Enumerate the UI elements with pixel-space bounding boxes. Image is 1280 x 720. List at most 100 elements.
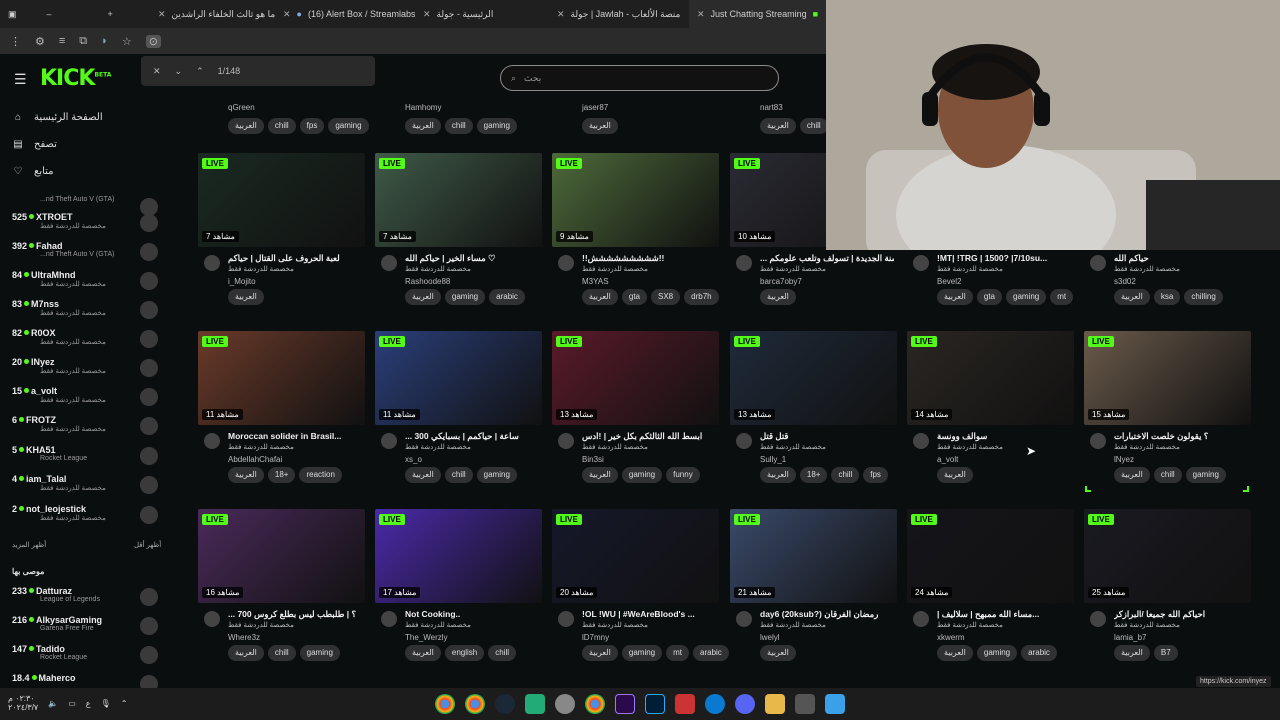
- lang-indicator[interactable]: ع: [86, 699, 91, 708]
- stream-category[interactable]: مخصصة للدردشة فقط: [1114, 443, 1180, 451]
- stream-card[interactable]: LIVE 16 مشاهد ... 700 ؟ | طلبطب ليس بطلع ك…: [198, 509, 365, 661]
- stream-category[interactable]: مخصصة للدردشة فقط: [937, 621, 1003, 629]
- stream-title[interactable]: Not Cooking..: [405, 609, 539, 619]
- tag[interactable]: english: [444, 645, 485, 661]
- tab-2[interactable]: ✕ الرئيسية - جولة: [415, 0, 549, 28]
- windows-icon[interactable]: [825, 694, 845, 714]
- tag[interactable]: العربية: [582, 467, 618, 483]
- mic-icon[interactable]: 🎙: [101, 699, 111, 708]
- app-red-icon[interactable]: [675, 694, 695, 714]
- avatar[interactable]: [381, 611, 397, 627]
- stream-username[interactable]: The_Werzly: [405, 633, 448, 642]
- chrome-icon-2[interactable]: [585, 694, 605, 714]
- stream-username[interactable]: lD7mny: [582, 633, 609, 642]
- sidebar-channel[interactable]: 84 UltraMhnd مخصصة للدردشة فقط: [12, 270, 162, 298]
- volume-icon[interactable]: 🔈: [48, 699, 58, 708]
- search-input[interactable]: ⌕ بحث: [500, 65, 779, 91]
- sidebar-channel[interactable]: 5 KHA51 Rocket League: [12, 445, 162, 473]
- tag[interactable]: gaming: [621, 467, 663, 483]
- tag[interactable]: العربية: [760, 118, 796, 134]
- stream-title[interactable]: !!ششششششششش!!: [582, 253, 716, 264]
- stream-category[interactable]: مخصصة للدردشة فقط: [937, 443, 1003, 451]
- stream-card[interactable]: LIVE 15 مشاهد ؟ يقولون خلصت الاختبارات مخصص…: [1084, 331, 1251, 483]
- stream-category[interactable]: مخصصة للدردشة فقط: [760, 621, 826, 629]
- tag[interactable]: gta: [976, 289, 1002, 305]
- sidebar-channel[interactable]: 4 iam_Talal مخصصة للدردشة فقط: [12, 474, 162, 502]
- tag[interactable]: العربية: [228, 289, 264, 305]
- stream-thumbnail[interactable]: LIVE 25 مشاهد: [1084, 509, 1251, 603]
- stream-category[interactable]: مخصصة للدردشة فقط: [405, 443, 471, 451]
- stream-username[interactable]: nart83: [760, 103, 783, 112]
- stream-title[interactable]: Moroccan solider in Brasil...: [228, 431, 362, 441]
- chrome-alt-icon[interactable]: [465, 694, 485, 714]
- tag[interactable]: gaming: [299, 645, 340, 661]
- avatar[interactable]: [204, 255, 220, 271]
- stream-title[interactable]: ؟ يقولون خلصت الاختبارات: [1114, 431, 1248, 442]
- stream-category[interactable]: مخصصة للدردشة فقط: [228, 443, 294, 451]
- tag[interactable]: ksa: [1153, 289, 1181, 305]
- stream-username[interactable]: lNyez: [1114, 455, 1134, 464]
- stream-username[interactable]: Bin3si: [582, 455, 604, 464]
- stream-thumbnail[interactable]: LIVE 20 مشاهد: [552, 509, 719, 603]
- stream-username[interactable]: jaser87: [582, 103, 608, 112]
- settings-icon[interactable]: [555, 694, 575, 714]
- chrome-icon[interactable]: [435, 694, 455, 714]
- tag[interactable]: gta: [621, 289, 647, 305]
- tag[interactable]: chill: [488, 645, 517, 661]
- tag[interactable]: chill: [267, 118, 296, 134]
- tab-active[interactable]: ✕ Just Chatting Streaming ■: [689, 0, 826, 28]
- tag[interactable]: gaming: [976, 645, 1018, 661]
- stream-title[interactable]: سوالف وونسة: [937, 431, 1071, 442]
- folder-icon[interactable]: [765, 694, 785, 714]
- tag[interactable]: gaming: [621, 645, 663, 661]
- tag[interactable]: العربية: [228, 118, 264, 134]
- tag[interactable]: B7: [1153, 645, 1178, 661]
- show-more-link[interactable]: أظهر المزيد: [12, 541, 46, 549]
- stream-thumbnail[interactable]: LIVE 7 مشاهد: [198, 153, 365, 247]
- stream-thumbnail[interactable]: LIVE 11 مشاهد: [198, 331, 365, 425]
- tag[interactable]: gaming: [476, 467, 517, 483]
- stream-username[interactable]: Rashoode88: [405, 277, 450, 286]
- stream-card[interactable]: LIVE 13 مشاهد قتل قتل مخصصة للدردشة فقط Sull…: [730, 331, 897, 483]
- stream-username[interactable]: Hamhomy: [405, 103, 441, 112]
- stream-category[interactable]: مخصصة للدردشة فقط: [582, 265, 648, 273]
- nav-home[interactable]: ⌂ الصفحة الرئيسية: [12, 112, 103, 123]
- stream-thumbnail[interactable]: LIVE 21 مشاهد: [730, 509, 897, 603]
- stream-card[interactable]: LIVE 7 مشاهد مساء الخير | حياكم الله ♡ مخصص…: [375, 153, 542, 305]
- stream-card[interactable]: LIVE 11 مشاهد ... 300 ساعة | حياكمم | بسبا…: [375, 331, 542, 483]
- tag[interactable]: 18+: [799, 467, 828, 483]
- minimize-icon[interactable]: –: [47, 9, 52, 19]
- tag[interactable]: gaming: [328, 118, 369, 134]
- tab-3[interactable]: ✕ جولة | Jawlah - منصة الألعاب: [549, 0, 689, 28]
- premiere-icon[interactable]: [615, 694, 635, 714]
- tag[interactable]: fps: [299, 118, 325, 134]
- nav-browse[interactable]: ▤ تصفح: [12, 139, 57, 150]
- stream-title[interactable]: ... 700 ؟ | طلبطب ليس بطلع كروس: [228, 609, 362, 620]
- stream-title[interactable]: لعبة الحروف على القتال | حياكم: [228, 253, 362, 264]
- stream-thumbnail[interactable]: LIVE 7 مشاهد: [375, 153, 542, 247]
- sidebar-recommended-channel[interactable]: 233 Datturaz League of Legends: [12, 586, 162, 614]
- stream-title[interactable]: مساء الخير | حياكم الله ♡: [405, 253, 539, 264]
- tag[interactable]: العربية: [582, 645, 618, 661]
- stream-username[interactable]: Sully_1: [760, 455, 786, 464]
- edge-icon[interactable]: [705, 694, 725, 714]
- tag[interactable]: reaction: [299, 467, 342, 483]
- stream-title[interactable]: day6 (20ksub?) رمضان الفرقان: [760, 609, 894, 620]
- sidebar-channel[interactable]: 15 a_volt مخصصة للدردشة فقط: [12, 386, 162, 414]
- sidebar-channel[interactable]: 525 XTROET مخصصة للدردشة فقط: [12, 212, 162, 240]
- stream-card[interactable]: LIVE 14 مشاهد سوالف وونسة مخصصة للدردشة فقط…: [907, 331, 1074, 483]
- stream-username[interactable]: qGreen: [228, 103, 255, 112]
- extension-icon[interactable]: ⚙: [35, 35, 45, 48]
- avatar[interactable]: [1090, 255, 1106, 271]
- stream-thumbnail[interactable]: LIVE 17 مشاهد: [375, 509, 542, 603]
- extension-badge-icon[interactable]: ⊙: [145, 34, 161, 48]
- close-icon[interactable]: ✕: [423, 9, 431, 20]
- stream-username[interactable]: xkwerm: [937, 633, 965, 642]
- stream-thumbnail[interactable]: LIVE 11 مشاهد: [375, 331, 542, 425]
- sidebar-channel[interactable]: 82 R0OX مخصصة للدردشة فقط: [12, 328, 162, 356]
- stream-username[interactable]: lamia_b7: [1114, 633, 1146, 642]
- stream-category[interactable]: مخصصة للدردشة فقط: [582, 621, 648, 629]
- avatar[interactable]: [558, 255, 574, 271]
- translate-icon[interactable]: ≡: [59, 35, 65, 47]
- tag[interactable]: العربية: [937, 467, 973, 483]
